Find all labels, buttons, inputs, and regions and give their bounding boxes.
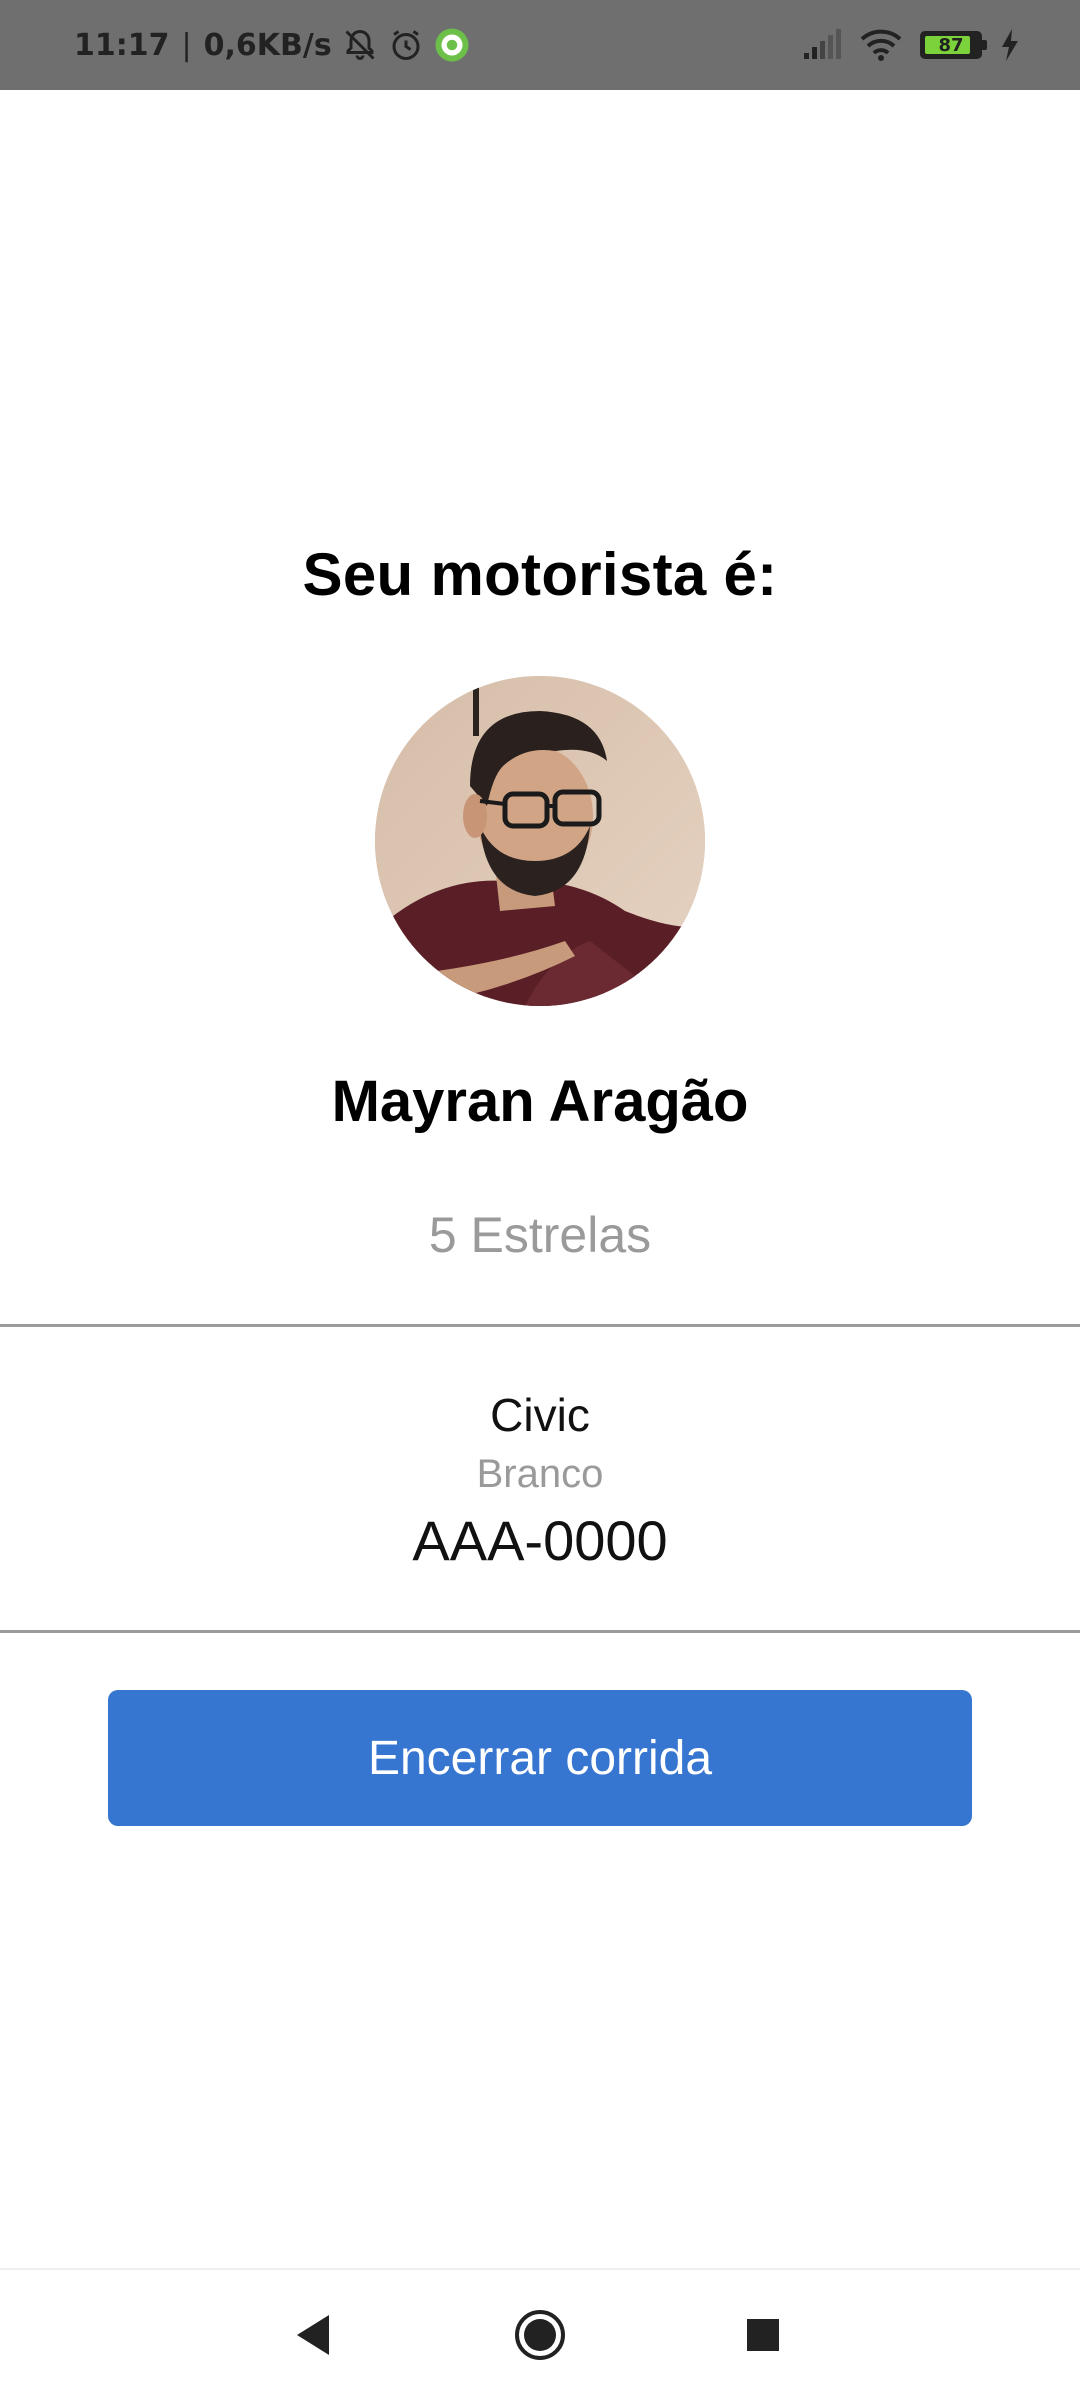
- driver-rating: 5 Estrelas: [428, 1207, 652, 1263]
- alarm-icon: [388, 27, 424, 63]
- car-plate: AAA-0000: [412, 1509, 668, 1572]
- car-model: Civic: [490, 1389, 590, 1441]
- status-bar: 11:17 | 0,6KB/s 87: [0, 0, 1080, 90]
- battery-level: 87: [938, 34, 964, 56]
- signal-icon: [802, 29, 842, 61]
- status-left: 11:17 | 0,6KB/s: [74, 0, 470, 90]
- back-icon[interactable]: [278, 2300, 348, 2370]
- divider-top: [0, 1324, 1080, 1327]
- silent-bell-icon: [342, 27, 378, 63]
- status-time: 11:17: [74, 27, 170, 63]
- driver-name: Mayran Aragão: [331, 1069, 749, 1134]
- wifi-icon: [860, 29, 902, 61]
- page-title: Seu motorista é:: [302, 541, 778, 608]
- divider-bottom: [0, 1630, 1080, 1633]
- status-right: 87: [802, 0, 1020, 90]
- home-icon[interactable]: [505, 2300, 575, 2370]
- car-color: Branco: [476, 1452, 604, 1496]
- app-notification-icon: [434, 27, 470, 63]
- battery-icon: 87: [920, 31, 987, 59]
- recents-icon[interactable]: [728, 2300, 798, 2370]
- status-net-speed: 0,6KB/s: [203, 27, 332, 63]
- status-separator: |: [181, 27, 192, 63]
- navigation-bar: [0, 2268, 1080, 2402]
- end-ride-button[interactable]: Encerrar corrida: [108, 1690, 972, 1826]
- charging-bolt-icon: [1000, 29, 1020, 61]
- driver-avatar: [375, 676, 705, 1006]
